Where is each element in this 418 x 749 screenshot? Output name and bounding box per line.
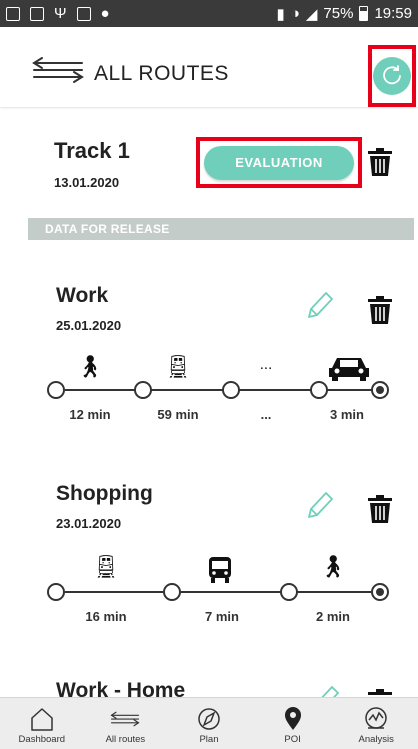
leg-duration: 16 min [85,609,127,624]
code-notification-icon [6,6,20,21]
usb-icon: Ψ [54,4,67,22]
battery-icon [359,6,369,21]
refresh-button[interactable] [368,45,416,107]
train-icon: 🚆︎ [92,554,120,579]
nav-label: All routes [105,734,146,745]
timeline-end [371,583,389,601]
nav-all-routes[interactable]: All routes [84,698,168,749]
wifi-icon: ◑ [290,5,300,22]
nav-label: Analysis [358,734,394,745]
route-card-shopping[interactable]: Shopping 23.01.2020 🚆︎ 🚶︎ 16 min 7 min 2… [0,482,418,642]
status-indicators: ▮ ◑ ◢ 75% 19:59 [277,5,412,23]
ellipsis-icon: ... [259,356,273,373]
timeline-stop [134,381,152,399]
compass-icon [198,708,220,730]
pencil-icon[interactable] [304,490,334,522]
leg-duration: 2 min [316,609,350,624]
timeline-end [371,381,389,399]
route-card-work[interactable]: Work 25.01.2020 🚶︎ 🚆︎ ... 12 min 59 min … [0,280,418,440]
image-icon [76,6,91,21]
track-title: Track 1 [54,138,130,163]
nav-plan[interactable]: Plan [167,698,251,749]
pencil-icon[interactable] [310,684,340,697]
pencil-icon[interactable] [304,290,334,322]
timeline-stop [222,381,240,399]
nav-label: Dashboard [18,734,66,745]
timeline-stop [310,381,328,399]
swap-arrows-icon[interactable] [32,57,84,83]
leg-duration: 59 min [157,407,199,422]
route-timeline: 🚆︎ 🚶︎ 16 min 7 min 2 min [0,552,418,624]
route-card-work-home[interactable]: Work - Home [0,676,418,697]
leg-duration: ... [260,407,272,422]
leg-duration: 3 min [330,407,364,422]
page-title: ALL ROUTES [94,62,229,85]
track-date: 13.01.2020 [54,175,120,190]
route-date: 25.01.2020 [56,318,122,333]
bus-icon [209,557,231,583]
timeline-stop [280,583,298,601]
route-date: 23.01.2020 [56,516,122,531]
nav-poi[interactable]: POI [251,698,335,749]
status-notifications: Ψ ● [6,4,110,22]
timeline-stop [47,381,65,399]
nav-analysis[interactable]: Analysis [334,698,418,749]
nav-label: POI [284,734,301,745]
android-icon: ● [100,4,110,22]
route-timeline: 🚶︎ 🚆︎ ... 12 min 59 min ... 3 min [0,352,418,422]
data-for-release-header: DATA FOR RELEASE [28,218,414,240]
leg-duration: 12 min [69,407,111,422]
status-bar: Ψ ● ▮ ◑ ◢ 75% 19:59 [0,0,418,27]
home-icon [31,708,53,731]
car-icon [329,358,369,381]
timeline-stop [163,583,181,601]
refresh-icon [383,65,401,85]
evaluation-button[interactable]: EVALUATION [204,145,354,180]
nav-label: Plan [199,734,219,745]
route-title: Work - Home [56,679,186,697]
walk-icon: 🚶︎ [319,554,347,579]
timeline-stop [47,583,65,601]
bottom-navigation: Dashboard All routes Plan POI Analysis [0,697,418,749]
trash-icon[interactable] [367,147,393,177]
trash-icon[interactable] [367,295,393,325]
nav-dashboard[interactable]: Dashboard [0,698,84,749]
walk-icon: 🚶︎ [76,354,104,379]
analysis-icon [365,707,387,729]
route-title: Shopping [56,482,153,505]
leg-duration: 7 min [205,609,239,624]
refresh-circle[interactable] [373,57,411,95]
app-header: ALL ROUTES [0,27,418,107]
trash-icon[interactable] [367,688,393,697]
vibrate-icon: ▮ [276,5,285,23]
train-icon: 🚆︎ [164,354,192,379]
code-notification-icon [30,6,44,21]
signal-icon: ◢ [305,5,318,23]
swap-arrows-icon [110,711,140,727]
location-pin-icon [284,707,301,730]
battery-percent: 75% [323,5,354,22]
evaluation-highlight: EVALUATION [196,137,362,188]
clock: 19:59 [374,5,412,22]
route-title: Work [56,284,109,307]
trash-icon[interactable] [367,494,393,524]
timeline-line [65,591,380,593]
